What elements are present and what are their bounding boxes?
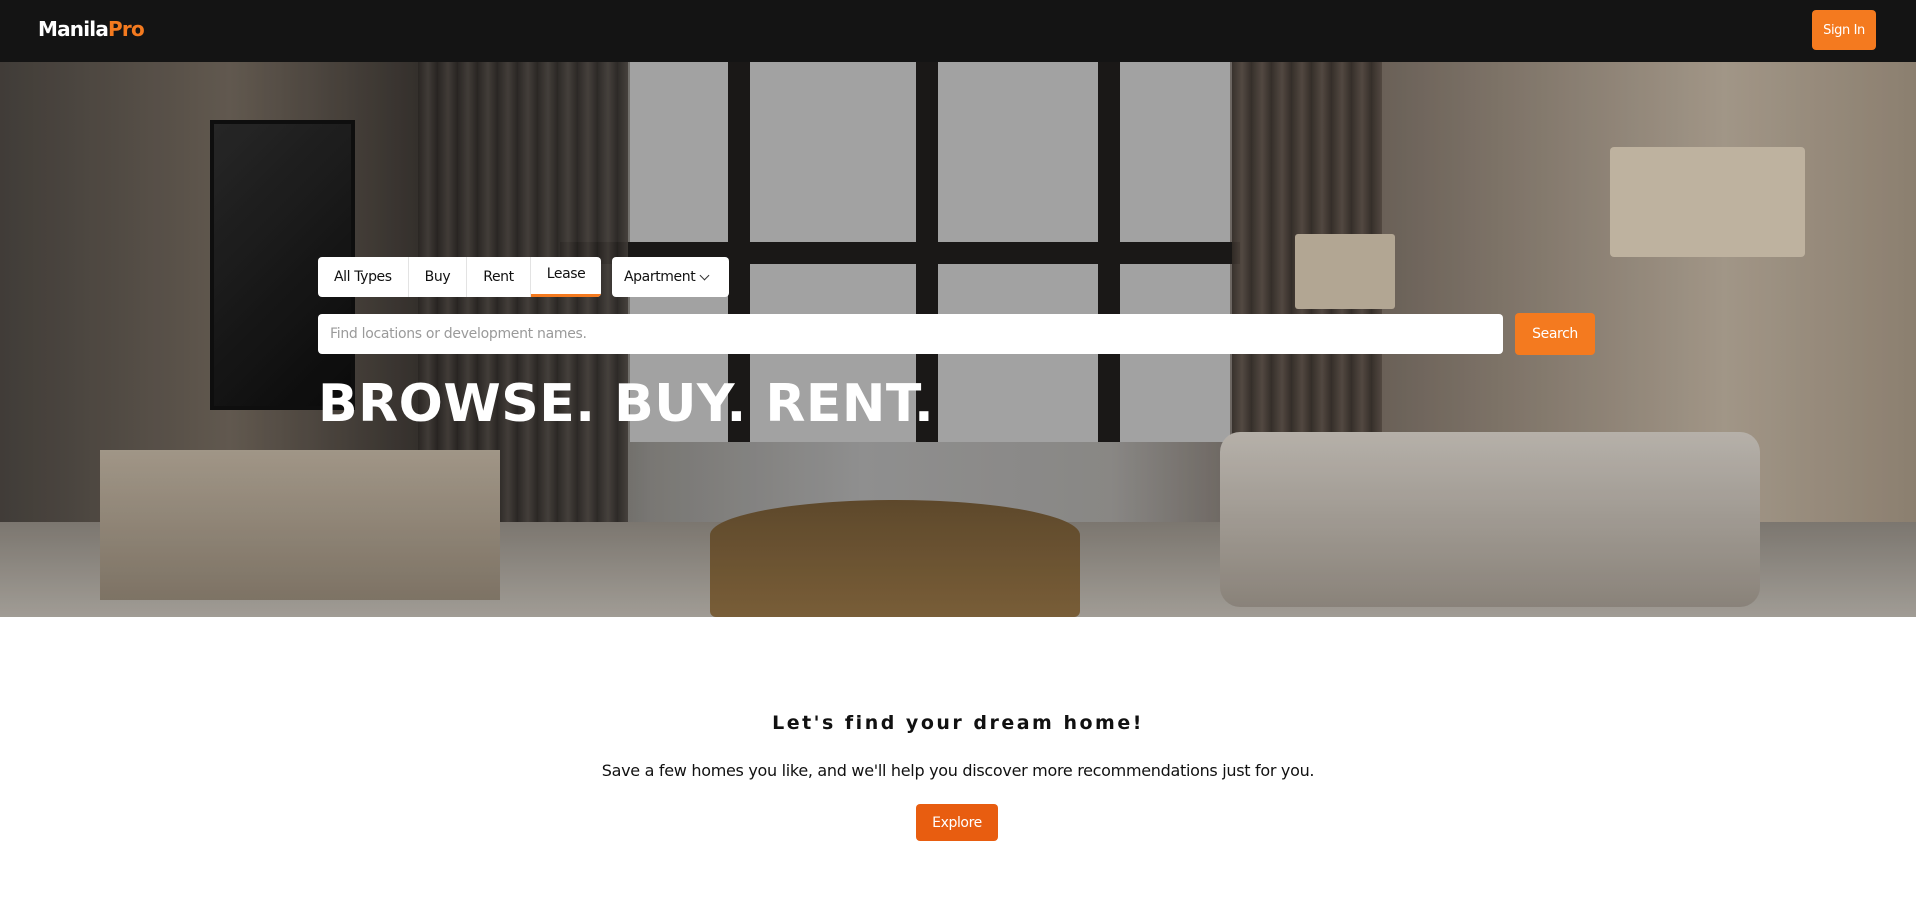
hero-headline: BROWSE. BUY. RENT.	[318, 374, 935, 434]
cta-title: Let's find your dream home!	[772, 712, 1144, 734]
listing-type-tabs: All Types Buy Rent Lease	[318, 257, 602, 297]
tab-lease[interactable]: Lease	[530, 257, 602, 297]
top-navbar: ManilaPro Sign In	[0, 0, 1916, 62]
search-input[interactable]	[318, 314, 1503, 354]
tab-rent[interactable]: Rent	[467, 257, 531, 297]
logo-text-accent: Pro	[108, 17, 145, 41]
logo-text-main: Manila	[38, 17, 109, 41]
property-type-value: Apartment	[624, 269, 696, 285]
tab-buy[interactable]: Buy	[409, 257, 468, 297]
sign-in-button[interactable]: Sign In	[1812, 10, 1876, 50]
chevron-down-icon	[699, 270, 710, 280]
explore-button[interactable]: Explore	[916, 804, 998, 841]
cta-subtitle: Save a few homes you like, and we'll hel…	[601, 761, 1315, 780]
manilapro-logo[interactable]: ManilaPro	[38, 17, 145, 41]
tab-all-types[interactable]: All Types	[318, 257, 409, 297]
property-type-dropdown[interactable]: Apartment	[612, 257, 729, 297]
search-button[interactable]: Search	[1515, 313, 1595, 355]
